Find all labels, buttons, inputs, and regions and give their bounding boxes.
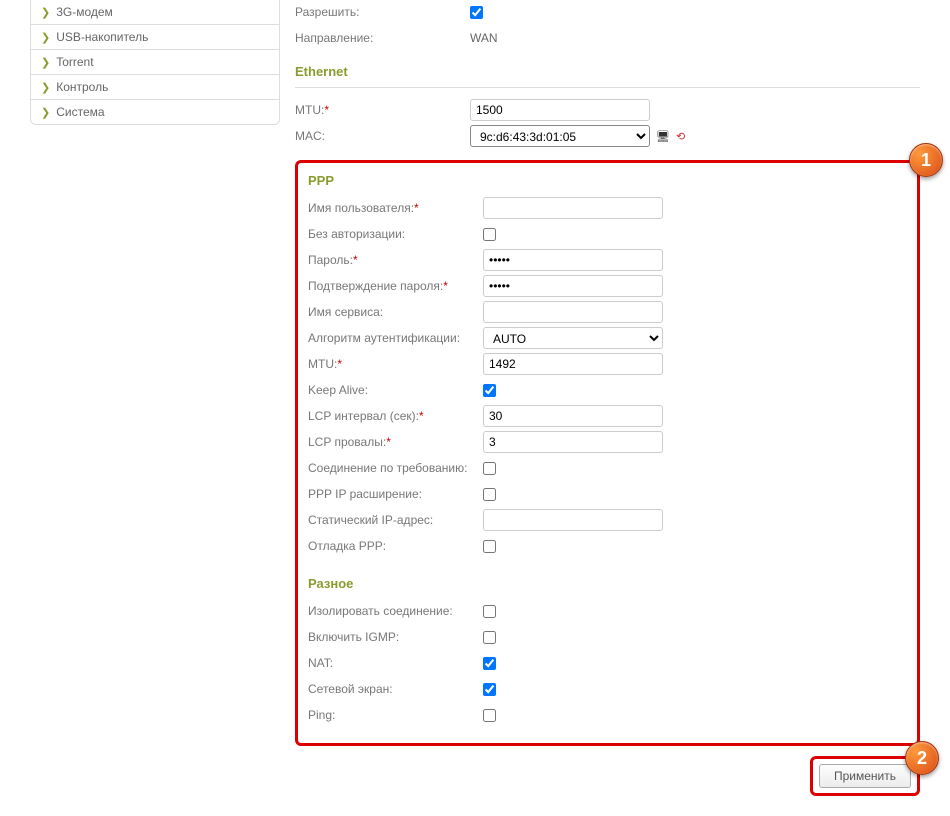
sidebar-item-system[interactable]: ❯ Система [31, 100, 279, 124]
sidebar-item-label: USB-накопитель [56, 30, 148, 44]
apply-button[interactable]: Применить [819, 764, 911, 788]
allow-checkbox[interactable] [470, 6, 483, 19]
ethernet-section-title: Ethernet [295, 64, 920, 79]
chevron-right-icon: ❯ [41, 56, 50, 69]
chevron-right-icon: ❯ [41, 6, 50, 19]
nat-label: NAT: [308, 656, 483, 670]
sidebar-item-label: Контроль [56, 80, 108, 94]
callout-badge-1: 1 [909, 143, 943, 177]
sidebar-item-label: Torrent [56, 55, 93, 69]
misc-section-title: Разное [308, 576, 907, 591]
lcp-fail-input[interactable] [483, 431, 663, 453]
igmp-checkbox[interactable] [483, 631, 496, 644]
auth-label: Алгоритм аутентификации: [308, 331, 483, 345]
username-input[interactable] [483, 197, 663, 219]
firewall-label: Сетевой экран: [308, 682, 483, 696]
lcp-interval-input[interactable] [483, 405, 663, 427]
ppp-section-title: PPP [308, 173, 907, 188]
igmp-label: Включить IGMP: [308, 630, 483, 644]
ping-checkbox[interactable] [483, 709, 496, 722]
mac-select[interactable]: 9c:d6:43:3d:01:05 [470, 125, 650, 147]
debug-label: Отладка PPP: [308, 539, 483, 553]
debug-checkbox[interactable] [483, 540, 496, 553]
eth-mac-label: MAC: [295, 129, 470, 143]
ppp-highlight-box: 1 PPP Имя пользователя:* Без авторизации… [295, 160, 920, 746]
sidebar-item-torrent[interactable]: ❯ Torrent [31, 50, 279, 75]
isolate-checkbox[interactable] [483, 605, 496, 618]
staticip-input[interactable] [483, 509, 663, 531]
eth-mtu-label: MTU:* [295, 103, 470, 117]
service-input[interactable] [483, 301, 663, 323]
chevron-right-icon: ❯ [41, 106, 50, 119]
keepalive-label: Keep Alive: [308, 383, 483, 397]
direction-label: Направление: [295, 31, 470, 45]
ondemand-checkbox[interactable] [483, 462, 496, 475]
apply-highlight-box: 2 Применить [810, 756, 920, 796]
sidebar-item-control[interactable]: ❯ Контроль [31, 75, 279, 100]
sidebar: ❯ 3G-модем ❯ USB-накопитель ❯ Torrent ❯ Конт… [30, 0, 280, 816]
password-label: Пароль:* [308, 253, 483, 267]
content-panel: Разрешить: Направление: WAN Ethernet MTU… [295, 0, 920, 816]
service-label: Имя сервиса: [308, 305, 483, 319]
ppp-mtu-input[interactable] [483, 353, 663, 375]
username-label: Имя пользователя:* [308, 201, 483, 215]
nat-checkbox[interactable] [483, 657, 496, 670]
firewall-checkbox[interactable] [483, 683, 496, 696]
password-input[interactable] [483, 249, 663, 271]
lcp-fail-label: LCP провалы:* [308, 435, 483, 449]
sidebar-item-3g[interactable]: ❯ 3G-модем [31, 0, 279, 25]
monitor-icon[interactable]: 🖥 [656, 130, 670, 143]
footer: 2 Применить [295, 756, 920, 816]
sidebar-item-label: 3G-модем [56, 5, 113, 19]
noauth-label: Без авторизации: [308, 227, 483, 241]
allow-label: Разрешить: [295, 5, 470, 19]
confirm-input[interactable] [483, 275, 663, 297]
lcp-interval-label: LCP интервал (сек):* [308, 409, 483, 423]
side-menu: ❯ 3G-модем ❯ USB-накопитель ❯ Torrent ❯ Конт… [30, 0, 280, 125]
chevron-right-icon: ❯ [41, 81, 50, 94]
isolate-label: Изолировать соединение: [308, 604, 483, 618]
eth-mtu-input[interactable] [470, 99, 650, 121]
chevron-right-icon: ❯ [41, 31, 50, 44]
noauth-checkbox[interactable] [483, 228, 496, 241]
sidebar-item-label: Система [56, 105, 104, 119]
reset-icon[interactable]: ⟲ [676, 130, 685, 143]
callout-badge-2: 2 [905, 741, 939, 775]
staticip-label: Статический IP-адрес: [308, 513, 483, 527]
ppp-mtu-label: MTU:* [308, 357, 483, 371]
confirm-label: Подтверждение пароля:* [308, 279, 483, 293]
ondemand-label: Соединение по требованию: [308, 461, 483, 475]
keepalive-checkbox[interactable] [483, 384, 496, 397]
ipext-checkbox[interactable] [483, 488, 496, 501]
auth-select[interactable]: AUTO [483, 327, 663, 349]
divider [295, 87, 920, 88]
direction-value: WAN [470, 31, 498, 45]
ipext-label: PPP IP расширение: [308, 487, 483, 501]
sidebar-item-usb[interactable]: ❯ USB-накопитель [31, 25, 279, 50]
ping-label: Ping: [308, 708, 483, 722]
